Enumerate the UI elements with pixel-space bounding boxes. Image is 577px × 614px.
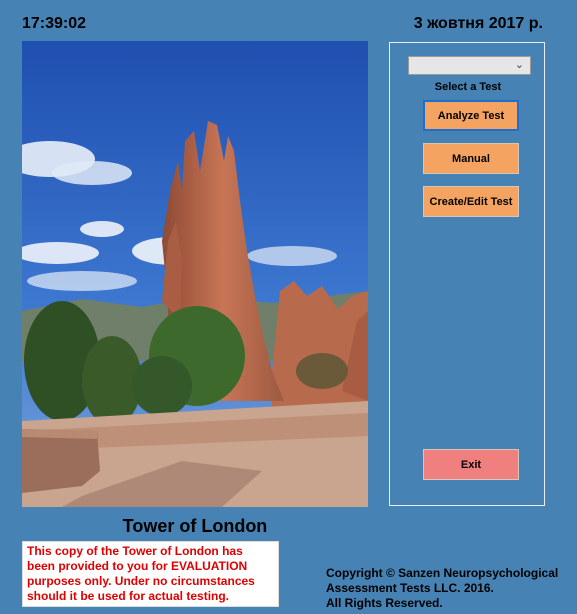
exit-button[interactable]: Exit <box>423 449 519 480</box>
evaluation-notice: This copy of the Tower of London has bee… <box>22 541 279 607</box>
select-test-label: Select a Test <box>434 81 502 93</box>
analyze-test-button[interactable]: Analyze Test <box>423 100 519 131</box>
create-edit-test-button[interactable]: Create/Edit Test <box>423 186 519 217</box>
copyright-notice: Copyright © Sanzen Neuropsychological As… <box>326 566 566 611</box>
copyright-line-2: Assessment Tests LLC. 2016. <box>326 581 494 595</box>
app-title: Tower of London <box>122 516 268 536</box>
copyright-line-1: Copyright © Sanzen Neuropsychological <box>326 566 559 580</box>
control-panel: ⌄ Select a Test Analyze Test Manual Crea… <box>389 42 545 506</box>
manual-button[interactable]: Manual <box>423 143 519 174</box>
chevron-down-icon: ⌄ <box>514 59 524 71</box>
current-date: 3 жовтня 2017 р. <box>413 15 543 32</box>
test-select-dropdown[interactable]: ⌄ <box>408 56 531 75</box>
copyright-line-3: All Rights Reserved. <box>326 596 443 610</box>
rock-formation-photo <box>22 41 368 507</box>
clock-time: 17:39:02 <box>22 15 87 32</box>
